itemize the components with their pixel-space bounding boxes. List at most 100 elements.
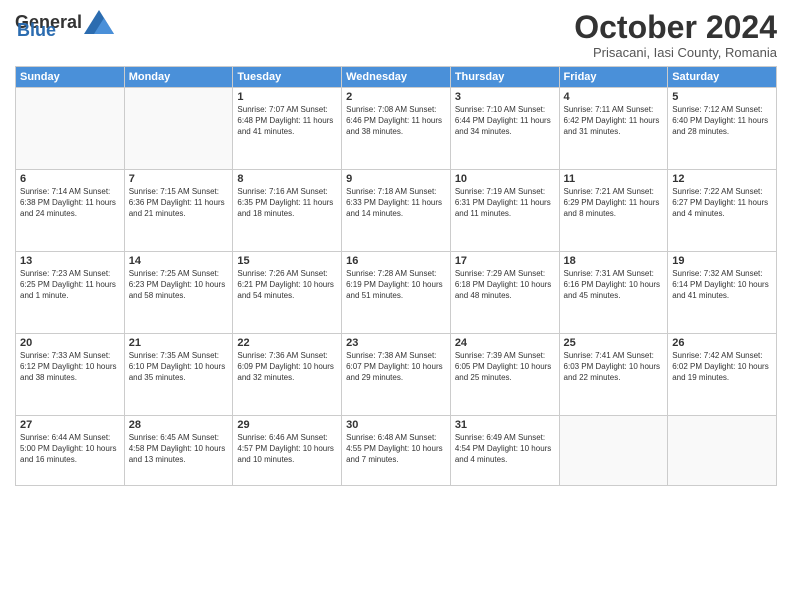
day-info: Sunrise: 7:21 AM Sunset: 6:29 PM Dayligh… xyxy=(564,187,664,219)
day-info: Sunrise: 7:33 AM Sunset: 6:12 PM Dayligh… xyxy=(20,351,120,383)
subtitle: Prisacani, Iasi County, Romania xyxy=(574,45,777,60)
weekday-header-row: Sunday Monday Tuesday Wednesday Thursday… xyxy=(16,67,777,88)
day-info: Sunrise: 7:32 AM Sunset: 6:14 PM Dayligh… xyxy=(672,269,772,301)
table-row xyxy=(668,416,777,486)
table-row: 31 Sunrise: 6:49 AM Sunset: 4:54 PM Dayli… xyxy=(450,416,559,486)
table-row: 28 Sunrise: 6:45 AM Sunset: 4:58 PM Dayli… xyxy=(124,416,233,486)
day-info: Sunrise: 7:38 AM Sunset: 6:07 PM Dayligh… xyxy=(346,351,446,383)
day-number: 9 xyxy=(346,173,446,185)
day-number: 22 xyxy=(237,337,337,349)
day-number: 5 xyxy=(672,91,772,103)
table-row: 14 Sunrise: 7:25 AM Sunset: 6:23 PM Dayli… xyxy=(124,252,233,334)
table-row xyxy=(559,416,668,486)
day-number: 19 xyxy=(672,255,772,267)
table-row: 16 Sunrise: 7:28 AM Sunset: 6:19 PM Dayli… xyxy=(342,252,451,334)
day-info: Sunrise: 7:39 AM Sunset: 6:05 PM Dayligh… xyxy=(455,351,555,383)
day-info: Sunrise: 7:28 AM Sunset: 6:19 PM Dayligh… xyxy=(346,269,446,301)
day-number: 2 xyxy=(346,91,446,103)
day-info: Sunrise: 7:10 AM Sunset: 6:44 PM Dayligh… xyxy=(455,105,555,137)
day-info: Sunrise: 6:44 AM Sunset: 5:00 PM Dayligh… xyxy=(20,433,120,465)
day-number: 29 xyxy=(237,419,337,431)
logo-area: General Blue xyxy=(15,10,114,41)
table-row: 21 Sunrise: 7:35 AM Sunset: 6:10 PM Dayli… xyxy=(124,334,233,416)
day-info: Sunrise: 7:15 AM Sunset: 6:36 PM Dayligh… xyxy=(129,187,229,219)
logo-icon xyxy=(84,10,114,34)
day-number: 12 xyxy=(672,173,772,185)
day-number: 21 xyxy=(129,337,229,349)
day-info: Sunrise: 7:19 AM Sunset: 6:31 PM Dayligh… xyxy=(455,187,555,219)
day-number: 18 xyxy=(564,255,664,267)
day-info: Sunrise: 6:45 AM Sunset: 4:58 PM Dayligh… xyxy=(129,433,229,465)
day-info: Sunrise: 7:35 AM Sunset: 6:10 PM Dayligh… xyxy=(129,351,229,383)
header-monday: Monday xyxy=(124,67,233,88)
day-info: Sunrise: 7:18 AM Sunset: 6:33 PM Dayligh… xyxy=(346,187,446,219)
header-sunday: Sunday xyxy=(16,67,125,88)
table-row: 27Sunrise: 6:44 AM Sunset: 5:00 PM Dayli… xyxy=(16,416,125,486)
table-row: 30Sunrise: 6:48 AM Sunset: 4:55 PM Dayli… xyxy=(342,416,451,486)
day-info: Sunrise: 7:08 AM Sunset: 6:46 PM Dayligh… xyxy=(346,105,446,137)
table-row: 15 Sunrise: 7:26 AM Sunset: 6:21 PM Dayli… xyxy=(233,252,342,334)
day-number: 17 xyxy=(455,255,555,267)
day-number: 8 xyxy=(237,173,337,185)
day-info: Sunrise: 6:48 AM Sunset: 4:55 PM Dayligh… xyxy=(346,433,446,465)
day-number: 10 xyxy=(455,173,555,185)
day-number: 1 xyxy=(237,91,337,103)
table-row xyxy=(124,88,233,170)
day-number: 23 xyxy=(346,337,446,349)
day-number: 16 xyxy=(346,255,446,267)
header-friday: Friday xyxy=(559,67,668,88)
header-saturday: Saturday xyxy=(668,67,777,88)
header-tuesday: Tuesday xyxy=(233,67,342,88)
day-info: Sunrise: 7:23 AM Sunset: 6:25 PM Dayligh… xyxy=(20,269,120,301)
table-row: 3 Sunrise: 7:10 AM Sunset: 6:44 PM Daylig… xyxy=(450,88,559,170)
table-row: 22 Sunrise: 7:36 AM Sunset: 6:09 PM Dayli… xyxy=(233,334,342,416)
day-info: Sunrise: 7:26 AM Sunset: 6:21 PM Dayligh… xyxy=(237,269,337,301)
table-row: 5 Sunrise: 7:12 AM Sunset: 6:40 PM Daylig… xyxy=(668,88,777,170)
table-row: 24 Sunrise: 7:39 AM Sunset: 6:05 PM Dayli… xyxy=(450,334,559,416)
day-info: Sunrise: 7:29 AM Sunset: 6:18 PM Dayligh… xyxy=(455,269,555,301)
header: General Blue October 2024 Prisacani, Ias… xyxy=(15,10,777,60)
day-info: Sunrise: 7:12 AM Sunset: 6:40 PM Dayligh… xyxy=(672,105,772,137)
day-number: 13 xyxy=(20,255,120,267)
table-row: 4Sunrise: 7:11 AM Sunset: 6:42 PM Daylig… xyxy=(559,88,668,170)
day-info: Sunrise: 7:41 AM Sunset: 6:03 PM Dayligh… xyxy=(564,351,664,383)
day-number: 14 xyxy=(129,255,229,267)
day-info: Sunrise: 7:14 AM Sunset: 6:38 PM Dayligh… xyxy=(20,187,120,219)
day-number: 25 xyxy=(564,337,664,349)
day-info: Sunrise: 6:49 AM Sunset: 4:54 PM Dayligh… xyxy=(455,433,555,465)
table-row: 12 Sunrise: 7:22 AM Sunset: 6:27 PM Dayli… xyxy=(668,170,777,252)
day-info: Sunrise: 7:42 AM Sunset: 6:02 PM Dayligh… xyxy=(672,351,772,383)
table-row: 17 Sunrise: 7:29 AM Sunset: 6:18 PM Dayli… xyxy=(450,252,559,334)
day-info: Sunrise: 7:22 AM Sunset: 6:27 PM Dayligh… xyxy=(672,187,772,219)
table-row: 20 Sunrise: 7:33 AM Sunset: 6:12 PM Dayli… xyxy=(16,334,125,416)
day-number: 28 xyxy=(129,419,229,431)
day-number: 3 xyxy=(455,91,555,103)
table-row: 26Sunrise: 7:42 AM Sunset: 6:02 PM Dayli… xyxy=(668,334,777,416)
table-row: 2 Sunrise: 7:08 AM Sunset: 6:46 PM Daylig… xyxy=(342,88,451,170)
day-info: Sunrise: 7:11 AM Sunset: 6:42 PM Dayligh… xyxy=(564,105,664,137)
day-number: 15 xyxy=(237,255,337,267)
table-row xyxy=(16,88,125,170)
table-row: 8 Sunrise: 7:16 AM Sunset: 6:35 PM Daylig… xyxy=(233,170,342,252)
day-info: Sunrise: 6:46 AM Sunset: 4:57 PM Dayligh… xyxy=(237,433,337,465)
day-info: Sunrise: 7:36 AM Sunset: 6:09 PM Dayligh… xyxy=(237,351,337,383)
day-number: 31 xyxy=(455,419,555,431)
day-info: Sunrise: 7:31 AM Sunset: 6:16 PM Dayligh… xyxy=(564,269,664,301)
table-row: 11 Sunrise: 7:21 AM Sunset: 6:29 PM Dayli… xyxy=(559,170,668,252)
table-row: 19 Sunrise: 7:32 AM Sunset: 6:14 PM Dayli… xyxy=(668,252,777,334)
table-row: 25 Sunrise: 7:41 AM Sunset: 6:03 PM Dayli… xyxy=(559,334,668,416)
day-number: 6 xyxy=(20,173,120,185)
table-row: 1 Sunrise: 7:07 AM Sunset: 6:48 PM Daylig… xyxy=(233,88,342,170)
calendar: Sunday Monday Tuesday Wednesday Thursday… xyxy=(15,66,777,486)
table-row: 13 Sunrise: 7:23 AM Sunset: 6:25 PM Dayli… xyxy=(16,252,125,334)
table-row: 7Sunrise: 7:15 AM Sunset: 6:36 PM Daylig… xyxy=(124,170,233,252)
day-info: Sunrise: 7:16 AM Sunset: 6:35 PM Dayligh… xyxy=(237,187,337,219)
day-number: 11 xyxy=(564,173,664,185)
table-row: 9 Sunrise: 7:18 AM Sunset: 6:33 PM Daylig… xyxy=(342,170,451,252)
header-wednesday: Wednesday xyxy=(342,67,451,88)
day-number: 24 xyxy=(455,337,555,349)
day-info: Sunrise: 7:07 AM Sunset: 6:48 PM Dayligh… xyxy=(237,105,337,137)
day-info: Sunrise: 7:25 AM Sunset: 6:23 PM Dayligh… xyxy=(129,269,229,301)
table-row: 23 Sunrise: 7:38 AM Sunset: 6:07 PM Dayli… xyxy=(342,334,451,416)
day-number: 20 xyxy=(20,337,120,349)
